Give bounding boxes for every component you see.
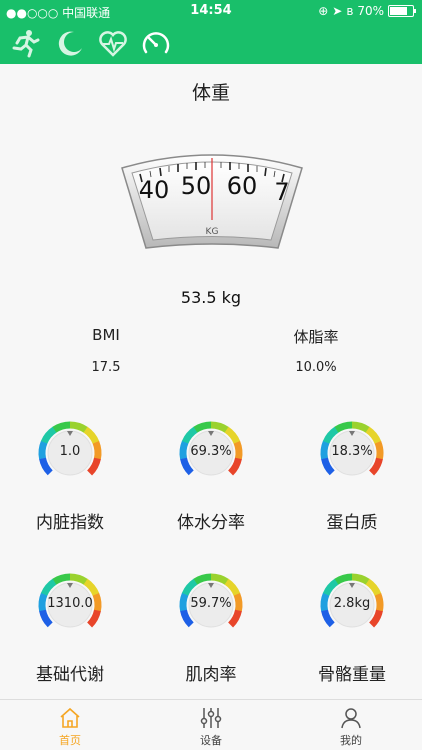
scale-tick-60: 60 — [227, 172, 258, 200]
weight-value: 53.5 kg — [180, 288, 242, 307]
scale-tick-70: 7 — [274, 178, 289, 206]
gauge-dial: 1310.0 — [37, 572, 103, 638]
page-title: 体重 — [191, 82, 230, 104]
location-icon: ➤ — [332, 4, 343, 18]
gauge-label: 体水分率 — [177, 513, 245, 533]
gauge-value: 18.3% — [331, 444, 373, 459]
scale-tick-40: 40 — [139, 176, 170, 204]
status-right: ⊕ ➤ ʙ 70% — [318, 4, 416, 18]
gauge-label: 蛋白质 — [326, 513, 378, 533]
scale-tick-50: 50 — [181, 172, 212, 200]
gauge-dial: 59.7% — [178, 572, 244, 638]
tab-device[interactable]: 设备 — [161, 706, 261, 748]
body-fat-value: 10.0% — [295, 360, 337, 375]
tab-mine[interactable]: 我的 — [301, 706, 401, 748]
scale-unit: KG — [206, 227, 219, 237]
gauge-value: 1.0 — [59, 444, 81, 459]
gauge-value: 69.3% — [190, 444, 232, 459]
bmi-label: BMI — [92, 326, 120, 344]
user-icon — [341, 708, 361, 729]
gauge-visceral-fat[interactable]: 1.0 内脏指数 — [0, 420, 140, 533]
gauge-dial: 69.3% — [178, 420, 244, 486]
gauge-protein[interactable]: 18.3% 蛋白质 — [282, 420, 422, 533]
bluetooth-icon: ʙ — [346, 4, 354, 18]
battery-percent: 70% — [357, 4, 384, 18]
alarm-icon: ⊕ — [318, 4, 329, 18]
gauge-value: 2.8kg — [333, 596, 371, 611]
gauge-value: 59.7% — [190, 596, 232, 611]
tab-label: 设备 — [200, 734, 222, 747]
top-header: ●●○○○ 中国联通 14:54 ⊕ ➤ ʙ 70% — [0, 0, 422, 64]
tab-label: 我的 — [340, 734, 362, 747]
gauge-muscle[interactable]: 59.7% 肌肉率 — [141, 572, 281, 685]
gauge-label: 基础代谢 — [36, 665, 104, 685]
gauge-bone-mass[interactable]: 2.8kg 骨骼重量 — [282, 572, 422, 685]
gauge-bmr[interactable]: 1310.0 基础代谢 — [0, 572, 140, 685]
moon-icon[interactable] — [55, 28, 85, 58]
gauge-value: 1310.0 — [47, 596, 93, 611]
bottom-tab-bar: 首页 设备 我的 — [0, 699, 422, 750]
home-icon — [60, 707, 80, 728]
running-icon[interactable] — [10, 28, 40, 58]
bmi-value: 17.5 — [91, 360, 121, 375]
gauge-label: 肌肉率 — [185, 665, 237, 685]
gauge-dial: 1.0 — [37, 420, 103, 486]
gauge-body-water[interactable]: 69.3% 体水分率 — [141, 420, 281, 533]
heart-rate-icon[interactable] — [98, 28, 128, 58]
battery-icon — [388, 5, 416, 17]
body-fat-label: 体脂率 — [293, 328, 339, 346]
gauge-dial: 18.3% — [319, 420, 385, 486]
gauge-label: 骨骼重量 — [318, 665, 386, 685]
mode-nav — [0, 24, 200, 62]
tab-label: 首页 — [59, 734, 81, 747]
weight-scale-dial: 40 50 60 7 KG — [118, 148, 306, 252]
tab-home[interactable]: 首页 — [20, 706, 120, 748]
status-bar: ●●○○○ 中国联通 14:54 ⊕ ➤ ʙ 70% — [0, 0, 422, 22]
gauge-dial: 2.8kg — [319, 572, 385, 638]
gauge-icon[interactable] — [141, 28, 171, 58]
gauge-label: 内脏指数 — [36, 513, 104, 533]
sliders-icon — [200, 708, 222, 728]
